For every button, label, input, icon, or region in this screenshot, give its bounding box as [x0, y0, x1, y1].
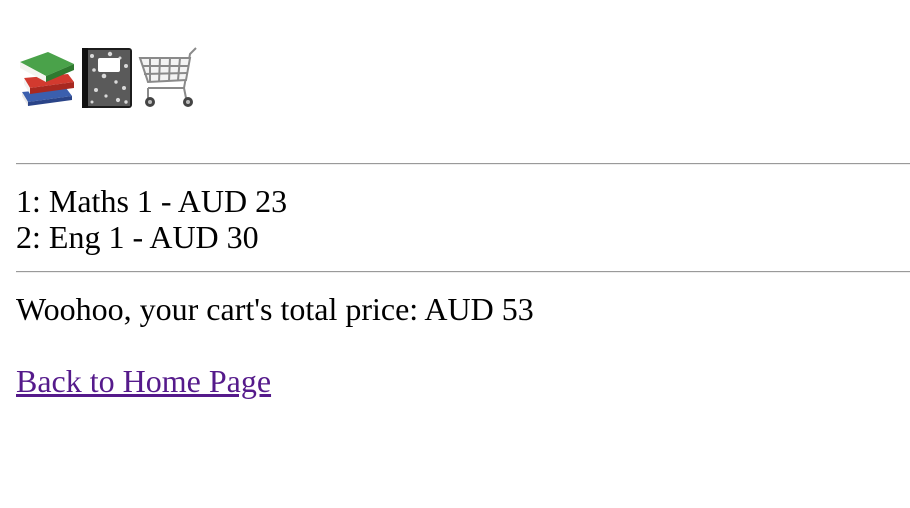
divider-bottom — [16, 271, 910, 273]
cart-items-list: 1: Maths 1 - AUD 23 2: Eng 1 - AUD 30 — [16, 183, 287, 255]
back-to-home-link[interactable]: Back to Home Page — [16, 363, 271, 399]
notebook-icon — [80, 46, 134, 110]
cart-item: 1: Maths 1 - AUD 23 — [16, 183, 288, 219]
books-icon — [18, 48, 76, 110]
header-icons — [18, 44, 204, 110]
cart-item: 2: Eng 1 - AUD 30 — [16, 219, 259, 255]
shopping-cart-icon — [138, 44, 204, 110]
cart-total: Woohoo, your cart's total price: AUD 53 — [16, 291, 534, 327]
divider-top — [16, 163, 910, 165]
